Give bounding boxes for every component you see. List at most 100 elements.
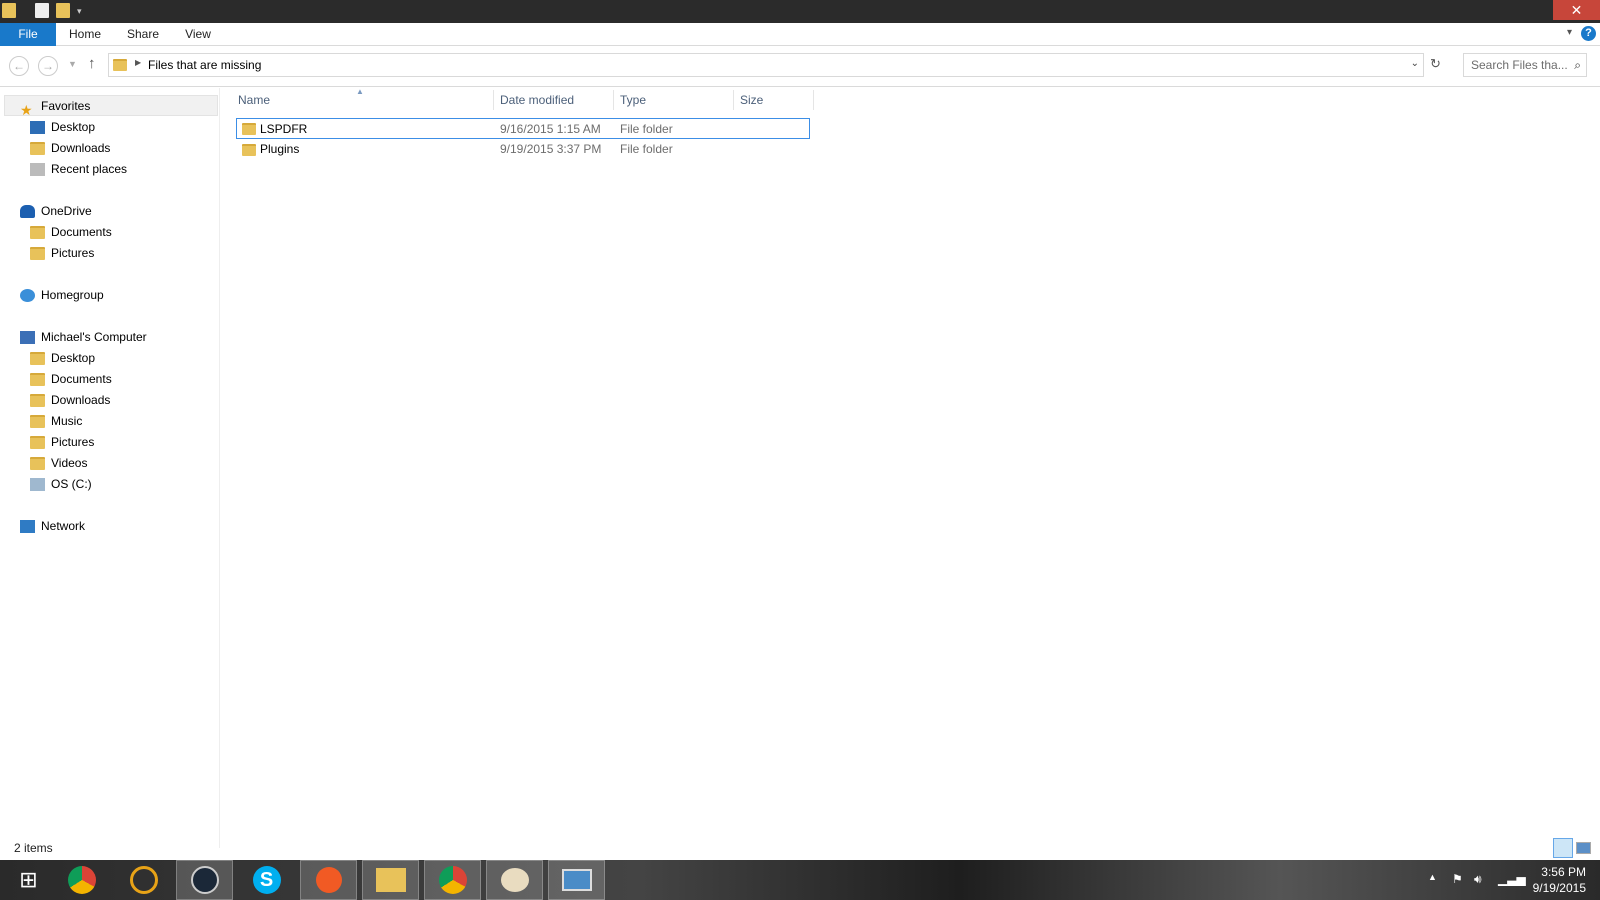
taskbar-origin[interactable]: [115, 860, 172, 900]
start-button[interactable]: ⊞: [0, 860, 57, 900]
tab-file[interactable]: File: [0, 23, 56, 46]
column-header-type[interactable]: Type: [614, 90, 734, 110]
file-date: 9/16/2015 1:15 AM: [500, 122, 601, 136]
refresh-button[interactable]: ↻: [1430, 56, 1441, 72]
taskbar-steam[interactable]: [176, 860, 233, 900]
nav-onedrive[interactable]: OneDrive: [20, 201, 92, 221]
taskbar: ⊞ S ▲ ⚑ 🔊︎ ▁▃▅ 3:56 PM 9/19/2015: [0, 860, 1600, 900]
taskbar-photos[interactable]: [548, 860, 605, 900]
taskbar-ccleaner[interactable]: [300, 860, 357, 900]
nav-favorites-downloads[interactable]: Downloads: [30, 138, 110, 158]
recent-places-icon: [30, 163, 45, 177]
tab-home[interactable]: Home: [64, 23, 106, 46]
up-button[interactable]: ↑: [88, 55, 96, 72]
ribbon-tabs: File Home Share View ▾ ?: [0, 23, 1600, 46]
nav-label: Favorites: [41, 99, 91, 113]
nav-favorites[interactable]: ★ Favorites: [20, 96, 91, 118]
desktop-folder-icon: [30, 352, 45, 366]
desktop-icon: [30, 121, 45, 135]
nav-label: Network: [41, 519, 86, 533]
nav-onedrive-documents[interactable]: Documents: [30, 222, 112, 242]
column-header-date[interactable]: Date modified: [494, 90, 614, 110]
column-header-name[interactable]: Name ▲: [232, 87, 494, 110]
nav-recent-places[interactable]: Recent places: [30, 159, 127, 179]
nav-favorites-desktop[interactable]: Desktop: [30, 117, 95, 137]
nav-computer-os-drive[interactable]: OS (C:): [30, 474, 92, 494]
onedrive-icon: [20, 205, 35, 219]
network-signal-icon[interactable]: ▁▃▅: [1498, 872, 1526, 886]
tab-share[interactable]: Share: [122, 23, 164, 46]
nav-label: Desktop: [51, 351, 96, 365]
column-header-size[interactable]: Size: [734, 90, 814, 110]
recent-locations-icon[interactable]: ▼: [68, 59, 77, 69]
folder-icon: [30, 226, 45, 240]
forward-button[interactable]: →: [38, 56, 58, 76]
search-input[interactable]: Search Files tha... ⌕: [1463, 53, 1587, 77]
customize-quick-access-icon[interactable]: ▾: [77, 6, 87, 21]
taskbar-file-explorer[interactable]: [362, 860, 419, 900]
nav-label: OneDrive: [41, 204, 92, 218]
address-bar[interactable]: ▶ Files that are missing ⌄: [108, 53, 1424, 77]
help-button[interactable]: ?: [1581, 26, 1596, 41]
skype-icon: S: [252, 866, 281, 894]
large-icons-view-button[interactable]: [1576, 842, 1591, 854]
action-center-icon[interactable]: ⚑: [1452, 872, 1463, 886]
file-type: File folder: [620, 122, 673, 136]
file-type: File folder: [620, 142, 673, 156]
videos-folder-icon: [30, 457, 45, 471]
computer-icon: [20, 331, 35, 345]
nav-computer-videos[interactable]: Videos: [30, 453, 87, 473]
documents-folder-icon: [30, 373, 45, 387]
expand-ribbon-icon[interactable]: ▾: [1567, 27, 1572, 38]
network-icon: [20, 520, 35, 534]
nav-label: Desktop: [51, 120, 96, 134]
nav-onedrive-pictures[interactable]: Pictures: [30, 243, 94, 263]
nav-computer-desktop[interactable]: Desktop: [30, 348, 95, 368]
nav-label: Music: [51, 414, 83, 428]
nav-network[interactable]: Network: [20, 516, 85, 536]
taskbar-chrome[interactable]: [53, 860, 110, 900]
address-dropdown-icon[interactable]: ⌄: [1411, 58, 1419, 69]
file-name: Plugins: [260, 142, 300, 156]
item-count: 2 items: [14, 841, 53, 855]
taskbar-paint[interactable]: [486, 860, 543, 900]
nav-label: Documents: [51, 225, 112, 239]
paint-icon: [500, 868, 529, 892]
nav-label: Downloads: [51, 393, 111, 407]
breadcrumb-current[interactable]: Files that are missing: [148, 58, 261, 72]
nav-computer-documents[interactable]: Documents: [30, 369, 112, 389]
new-folder-icon[interactable]: [56, 3, 70, 18]
folder-icon: [242, 144, 256, 156]
volume-icon[interactable]: 🔊︎: [1474, 872, 1482, 887]
taskbar-chrome-2[interactable]: [424, 860, 481, 900]
nav-label: Recent places: [51, 162, 128, 176]
nav-label: Documents: [51, 372, 112, 386]
nav-computer-pictures[interactable]: Pictures: [30, 432, 94, 452]
nav-computer[interactable]: Michael's Computer: [20, 327, 147, 347]
taskbar-skype[interactable]: S: [238, 860, 295, 900]
column-label: Name: [238, 93, 271, 107]
folder-icon: [30, 247, 45, 261]
file-row[interactable]: Plugins 9/19/2015 3:37 PM File folder: [236, 139, 810, 160]
back-button[interactable]: ←: [9, 56, 29, 76]
close-button[interactable]: ✕: [1553, 0, 1600, 20]
show-hidden-icons-button[interactable]: ▲: [1428, 872, 1437, 882]
sort-ascending-icon: ▲: [356, 87, 364, 96]
nav-computer-downloads[interactable]: Downloads: [30, 390, 110, 410]
nav-label: OS (C:): [51, 477, 92, 491]
drive-icon: [30, 478, 45, 492]
nav-computer-music[interactable]: Music: [30, 411, 82, 431]
file-row[interactable]: LSPDFR 9/16/2015 1:15 AM File folder: [236, 118, 810, 139]
nav-label: Videos: [51, 456, 88, 470]
nav-homegroup[interactable]: Homegroup: [20, 285, 104, 305]
clock[interactable]: 3:56 PM 9/19/2015: [1533, 864, 1586, 896]
tab-view[interactable]: View: [180, 23, 216, 46]
details-view-button[interactable]: [1553, 838, 1573, 858]
app-icon: [129, 866, 158, 894]
nav-label: Homegroup: [41, 288, 104, 302]
chrome-icon: [67, 866, 96, 894]
properties-icon[interactable]: [35, 3, 49, 18]
search-icon: ⌕: [1574, 58, 1581, 72]
breadcrumb-chevron-icon[interactable]: ▶: [135, 58, 141, 67]
photos-icon: [561, 869, 592, 891]
